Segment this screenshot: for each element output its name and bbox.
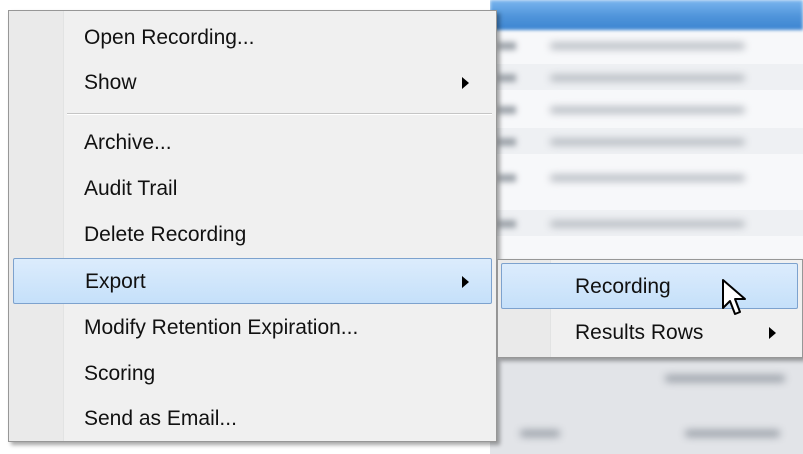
menu-item-open-recording[interactable]: Open Recording... — [9, 15, 496, 61]
menu-item-archive[interactable]: Archive... — [9, 120, 496, 166]
menu-separator — [67, 113, 492, 115]
table-row — [490, 210, 803, 236]
export-submenu: Recording Results Rows — [497, 259, 803, 358]
chevron-right-icon — [462, 77, 469, 89]
context-menu: Open Recording... Show Archive... Audit … — [8, 10, 497, 442]
submenu-item-results-rows[interactable]: Results Rows — [498, 310, 802, 356]
menu-item-label: Export — [85, 270, 146, 293]
menu-item-scoring[interactable]: Scoring — [9, 351, 496, 397]
chevron-right-icon — [769, 327, 776, 339]
background-table-header — [490, 0, 803, 30]
menu-item-modify-retention-expiration[interactable]: Modify Retention Expiration... — [9, 305, 496, 351]
menu-item-label: Send as Email... — [84, 407, 237, 430]
submenu-item-label: Results Rows — [575, 321, 704, 344]
table-row — [490, 32, 803, 58]
menu-item-label: Audit Trail — [84, 177, 178, 200]
menu-item-audit-trail[interactable]: Audit Trail — [9, 166, 496, 212]
menu-item-label: Scoring — [84, 362, 156, 385]
background-table — [490, 0, 803, 454]
menu-item-label: Modify Retention Expiration... — [84, 316, 359, 339]
menu-item-send-as-email[interactable]: Send as Email... — [9, 396, 496, 442]
table-row — [490, 128, 803, 154]
chevron-right-icon — [462, 276, 469, 288]
submenu-item-label: Recording — [575, 275, 671, 298]
background-table-footer — [490, 345, 803, 454]
menu-item-export[interactable]: Export — [13, 258, 492, 304]
menu-item-delete-recording[interactable]: Delete Recording — [9, 212, 496, 258]
menu-item-show[interactable]: Show — [9, 60, 496, 106]
table-row — [490, 96, 803, 122]
menu-item-label: Show — [84, 71, 137, 94]
menu-item-label: Open Recording... — [84, 26, 255, 49]
submenu-item-recording[interactable]: Recording — [501, 263, 798, 309]
menu-item-label: Archive... — [84, 131, 172, 154]
table-row — [490, 164, 803, 190]
table-row — [490, 64, 803, 90]
mouse-pointer-icon — [722, 279, 746, 315]
menu-item-label: Delete Recording — [84, 223, 247, 246]
